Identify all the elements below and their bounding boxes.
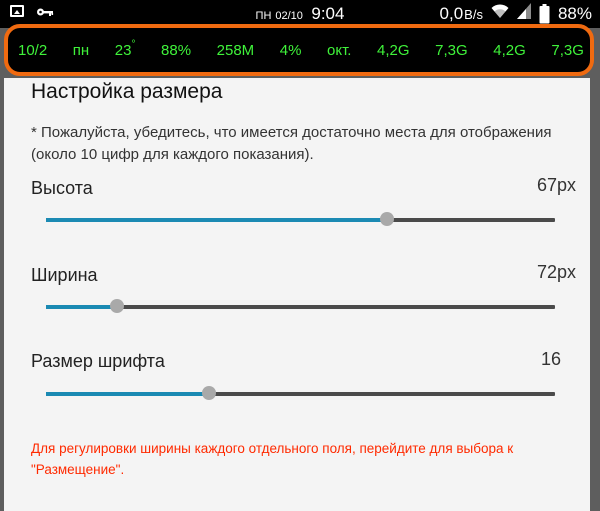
size-note: * Пожалуйста, убедитесь, что имеется дос… [31, 124, 552, 163]
overlay-weekday: пн [72, 41, 90, 59]
network-speed-unit: B/s [464, 6, 483, 22]
overlay-storage-3: 4,2G [493, 41, 526, 59]
status-time: 9:04 [311, 4, 345, 23]
width-label: Ширина [31, 265, 98, 285]
height-slider-fill [46, 218, 388, 222]
height-slider[interactable] [46, 212, 555, 226]
dialog-title: Настройка размера [31, 80, 223, 103]
font-size-slider-thumb[interactable] [201, 386, 216, 400]
overlay-memory: 258M [216, 41, 255, 59]
width-slider-thumb[interactable] [110, 299, 125, 313]
height-slider-thumb[interactable] [380, 212, 395, 226]
signal-icon [516, 3, 531, 24]
overlay-degree-sign: ° [131, 38, 136, 50]
overlay-date: 10/2 [18, 41, 48, 59]
status-right-icons: 0,0 B/s 88% [440, 3, 592, 24]
placement-warning: Для регулировки ширины каждого отдельног… [31, 441, 514, 477]
width-value: 72px [536, 262, 576, 282]
overlay-temperature-value: 23 [114, 41, 132, 59]
font-size-slider[interactable] [46, 386, 555, 400]
size-settings-dialog: Настройка размера * Пожалуйста, убедитес… [4, 78, 590, 511]
overlay-month: окт. [327, 41, 352, 59]
font-size-label: Размер шрифта [31, 351, 165, 371]
info-overlay[interactable]: 10/2 пн 23° 88% 258M 4% окт. 4,2G 7,3G 4… [4, 24, 594, 76]
overlay-storage-1: 4,2G [377, 41, 410, 59]
overlay-cpu: 4% [279, 41, 302, 59]
network-speed: 0,0 B/s [440, 4, 483, 24]
font-size-value: 16 [540, 349, 561, 369]
status-day: ПН [255, 10, 272, 22]
width-slider[interactable] [46, 299, 555, 313]
height-label: Высота [31, 178, 93, 198]
overlay-storage-4: 7,3G [551, 41, 584, 59]
font-size-slider-fill [46, 392, 209, 396]
overlay-storage-2: 7,3G [435, 41, 468, 59]
width-slider-fill [46, 305, 118, 309]
overlay-temperature: 23° [114, 38, 136, 59]
network-speed-value: 0,0 [439, 3, 464, 23]
overlay-battery: 88% [161, 41, 192, 59]
height-value: 67px [536, 175, 576, 195]
battery-icon [539, 3, 550, 24]
wifi-icon [491, 3, 509, 24]
battery-percent: 88% [557, 3, 592, 23]
status-date: 02/10 [275, 10, 303, 22]
